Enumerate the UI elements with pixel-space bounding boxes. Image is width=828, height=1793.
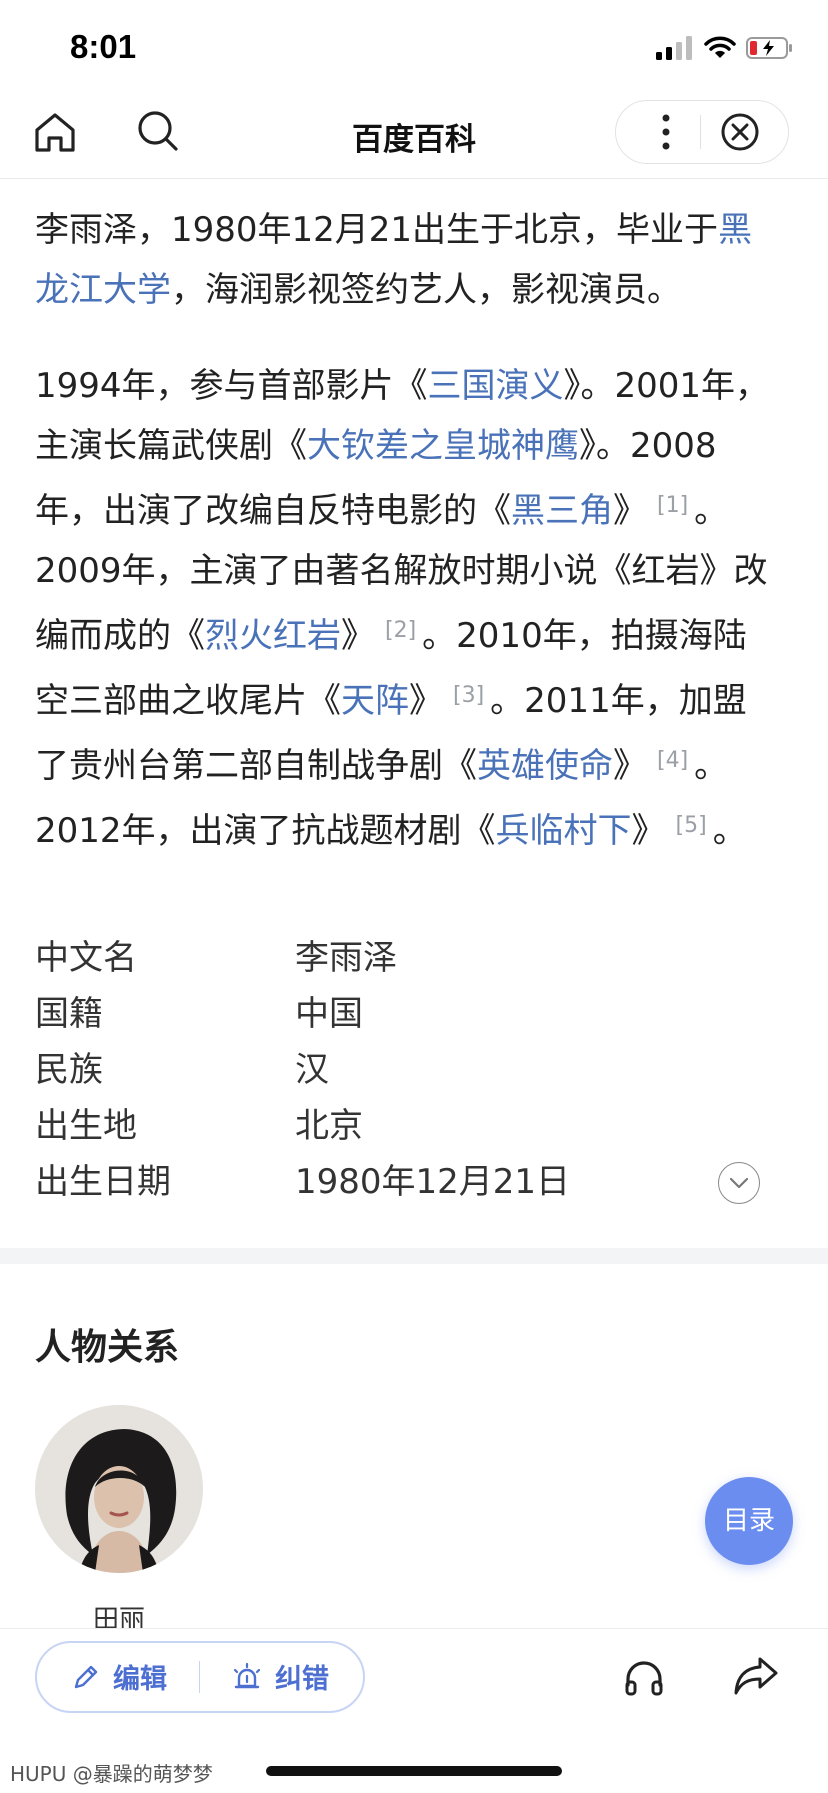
signal-icon [656, 36, 692, 60]
infobox-value: 1980年12月21日 [295, 1162, 571, 1202]
career-paragraph: 1994年，参与首部影片《三国演义》。2001年，主演长篇武侠剧《大钦差之皇城神… [35, 356, 780, 861]
infobox: 中文名 李雨泽 国籍 中国 民族 汉 出生地 北京 出生日期 1980年12月2… [35, 930, 795, 1210]
miniprogram-capsule [615, 100, 789, 164]
close-icon[interactable] [720, 112, 760, 152]
reference-mark[interactable]: [4] [657, 748, 688, 773]
headphones-icon[interactable] [622, 1655, 666, 1699]
reference-mark[interactable]: [2] [385, 618, 416, 643]
relations-title: 人物关系 [35, 1327, 180, 1368]
more-icon[interactable] [646, 111, 686, 153]
person-card[interactable]: 田丽 [35, 1405, 203, 1635]
text: 》 [613, 491, 647, 531]
infobox-key: 国籍 [35, 994, 103, 1034]
edit-label: 编辑 [113, 1664, 167, 1695]
capsule-divider [700, 115, 701, 149]
text: ，海润影视签约艺人，影视演员。 [171, 270, 681, 310]
correct-button[interactable]: 纠错 [231, 1657, 329, 1696]
correct-label: 纠错 [275, 1664, 329, 1695]
link-work[interactable]: 天阵 [341, 681, 409, 721]
text: 》 [409, 681, 443, 721]
section-divider [0, 1248, 828, 1264]
text: 》 [613, 746, 647, 786]
status-bar: 8:01 [0, 0, 828, 96]
link-work[interactable]: 烈火红岩 [205, 616, 341, 656]
home-indicator [266, 1766, 562, 1776]
link-work[interactable]: 英雄使命 [477, 746, 613, 786]
text: 》 [341, 616, 375, 656]
text: 。 [712, 811, 747, 851]
watermark: HUPU @暴躁的萌梦梦 [10, 1762, 213, 1786]
article-content: 李雨泽，1980年12月21出生于北京，毕业于黑龙江大学，海润影视签约艺人，影视… [35, 200, 780, 897]
infobox-key: 民族 [35, 1050, 103, 1090]
link-work[interactable]: 黑三角 [511, 491, 613, 531]
home-icon[interactable] [33, 110, 77, 154]
text: 1994年，参与首部影片《 [35, 366, 428, 406]
text: 李雨泽，1980年12月21出生于北京，毕业于 [35, 210, 719, 250]
edit-correct-group: 编辑 纠错 [35, 1641, 365, 1713]
infobox-value: 李雨泽 [295, 938, 397, 978]
infobox-value: 汉 [295, 1050, 329, 1090]
infobox-row: 民族 汉 [35, 1042, 795, 1098]
chevron-down-icon[interactable] [718, 1162, 760, 1204]
infobox-row: 出生日期 1980年12月21日 [35, 1154, 795, 1210]
pill-divider [199, 1661, 200, 1693]
alarm-light-icon [233, 1662, 261, 1688]
status-time: 8:01 [70, 28, 137, 65]
search-icon[interactable] [136, 109, 180, 153]
reference-mark[interactable]: [3] [453, 683, 484, 708]
infobox-row: 中文名 李雨泽 [35, 930, 795, 986]
status-icons [656, 36, 794, 60]
toc-button[interactable]: 目录 [705, 1477, 793, 1565]
link-work[interactable]: 三国演义 [428, 366, 564, 406]
intro-paragraph: 李雨泽，1980年12月21出生于北京，毕业于黑龙江大学，海润影视签约艺人，影视… [35, 200, 780, 320]
infobox-value: 北京 [295, 1106, 363, 1146]
reference-mark[interactable]: [1] [657, 493, 688, 518]
pencil-icon [74, 1665, 98, 1688]
battery-icon [746, 37, 792, 59]
link-work[interactable]: 兵临村下 [496, 811, 632, 851]
nav-bar: 百度百科 [0, 96, 828, 179]
avatar[interactable] [35, 1405, 203, 1573]
text: 》 [631, 811, 666, 851]
link-work[interactable]: 大钦差之皇城神鹰 [307, 426, 579, 466]
reference-mark[interactable]: [5] [676, 813, 707, 838]
edit-button[interactable]: 编辑 [71, 1657, 167, 1696]
infobox-key: 出生地 [35, 1106, 137, 1146]
share-icon[interactable] [732, 1653, 780, 1697]
infobox-key: 中文名 [35, 938, 137, 978]
infobox-value: 中国 [295, 994, 363, 1034]
infobox-row: 国籍 中国 [35, 986, 795, 1042]
infobox-key: 出生日期 [35, 1162, 171, 1202]
wifi-icon [704, 36, 736, 58]
infobox-row: 出生地 北京 [35, 1098, 795, 1154]
